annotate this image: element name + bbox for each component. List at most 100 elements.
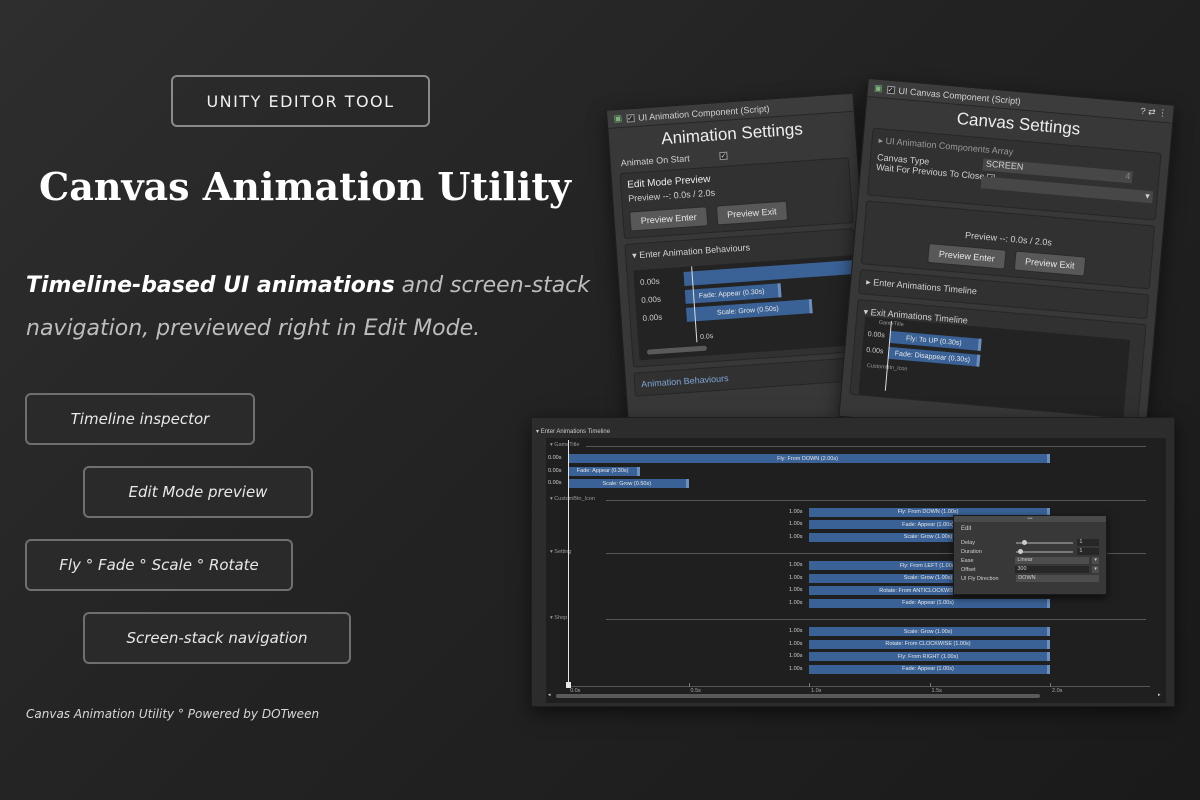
delay-label: Delay (961, 539, 976, 546)
row-time: 1.00s (789, 628, 803, 634)
timeline-bar[interactable]: Fly: From DOWN (2.00s) (568, 454, 1050, 463)
ease-label: Ease (961, 557, 974, 564)
row-time: 1.00s (789, 653, 803, 659)
array-count: 4 (1125, 170, 1131, 182)
h-scrollbar[interactable] (556, 694, 1040, 698)
duration-slider[interactable] (1016, 548, 1074, 554)
feature-tween-types: Fly ° Fade ° Scale ° Rotate (25, 539, 293, 591)
row-time: 1.00s (789, 640, 803, 647)
enabled-checkbox[interactable]: ✓ (886, 85, 895, 94)
component-header-label: UI Animation Component (Script) (637, 103, 770, 123)
help-icon[interactable]: ? ⇄ ⋮ (1140, 106, 1167, 119)
ease-dropdown[interactable]: Linear (1015, 557, 1090, 564)
exit-timeline-box: ▾ Exit Animations Timeline GameTitle 0.0… (849, 298, 1147, 420)
enter-timeline-label: Enter Animations Timeline (872, 277, 978, 297)
mini-bar-0[interactable] (683, 259, 861, 286)
edit-mode-preview-box: Edit Mode Preview Preview --: 0.0s / 2.0… (619, 157, 854, 240)
tool-badge: UNITY EDITOR TOOL (171, 75, 430, 127)
scrub-time: 0.0s (699, 333, 714, 341)
timeline-header: Enter Animations Timeline (540, 429, 611, 435)
row-time: 1.00s (789, 574, 803, 581)
canvas-settings-panel: ▣ ✓ UI Canvas Component (Script) ? ⇄ ⋮ C… (838, 78, 1175, 444)
direction-row: UI Fly Direction DOWN (961, 574, 1099, 583)
group-divider (606, 499, 1146, 501)
row-time: 1.00s (789, 599, 803, 606)
offset-row: Offset 300 ▾ (961, 565, 1099, 574)
enter-behaviours-box: ▾ Enter Animation Behaviours 0.00s 0.00s… (624, 227, 865, 368)
preview-exit-button[interactable]: Preview Exit (715, 200, 789, 226)
dropdown-arrow-icon[interactable]: ▾ (1092, 566, 1099, 573)
group-label: ▾ Shop (550, 615, 568, 621)
exit-behaviours-label: Animation Behaviours (640, 373, 729, 390)
edit-popup-title: Edit (961, 526, 972, 532)
feature-screen-stack: Screen-stack navigation (83, 612, 351, 664)
enabled-checkbox[interactable]: ✓ (625, 113, 635, 123)
preview-enter-button[interactable]: Preview Enter (927, 242, 1007, 270)
script-icon: ▣ (613, 112, 623, 124)
timeline-bar[interactable]: Fade: Appear (1.00s) (809, 664, 1050, 674)
slider-knob[interactable] (1018, 548, 1024, 554)
animation-settings-panel: ▣ ✓ UI Animation Component (Script) Anim… (606, 92, 877, 440)
playhead[interactable] (568, 440, 569, 688)
footer-credit: Canvas Animation Utility ° Powered by DO… (26, 707, 320, 721)
timeline-foldout[interactable]: ▾ Enter Animations Timeline (536, 428, 610, 435)
foldout-icon: ▾ (631, 250, 638, 261)
offset-label: Offset (961, 566, 976, 573)
timeline-bar[interactable]: Fade: Appear (1.00s) (809, 598, 1050, 608)
direction-dropdown[interactable]: DOWN (1016, 575, 1099, 582)
edit-popup: ••• Edit Delay 1 Duration 1 Ease Linear … (953, 515, 1107, 595)
timeline-bar[interactable]: Scale: Grow (0.50s) (568, 479, 689, 488)
delay-slider[interactable] (1016, 539, 1074, 545)
row-time: 0.00s (548, 480, 562, 486)
mini-timeline: 0.00s 0.00s Fade: Appear (0.30s) 0.00s S… (633, 254, 865, 361)
group-divider (586, 446, 1146, 447)
duration-label: Duration (961, 548, 982, 555)
row-time: 1.00s (789, 562, 803, 568)
duration-row: Duration 1 (961, 547, 1100, 556)
playhead-handle[interactable] (566, 682, 571, 688)
preview-enter-button[interactable]: Preview Enter (629, 206, 709, 232)
duration-field[interactable]: 1 (1077, 548, 1100, 555)
ruler-tick (929, 683, 931, 687)
enter-timeline-panel: ▾ Enter Animations Timeline ▾ GameTitle 0… (531, 417, 1175, 707)
mini-bar-1[interactable]: Fade: Appear (0.30s) (684, 283, 782, 304)
timeline-bar[interactable]: Fly: From RIGHT (1.00s) (809, 652, 1050, 661)
h-scrollbar[interactable] (646, 345, 708, 355)
row-time: 0.00s (865, 346, 884, 356)
row-time: 1.00s (789, 587, 803, 593)
ruler-tick (1050, 683, 1051, 687)
direction-label: UI Fly Direction (961, 575, 999, 582)
ease-row: Ease Linear ▾ (961, 556, 1099, 565)
exit-bar-1[interactable]: Fade: Disappear (0.30s) (887, 346, 981, 367)
animate-on-start-checkbox[interactable]: ✓ (719, 151, 728, 161)
tagline: Timeline-based UI animations and screen-… (26, 264, 606, 350)
ruler-tick (688, 683, 690, 687)
row-time: 1.00s (789, 665, 803, 672)
preview-exit-button[interactable]: Preview Exit (1013, 250, 1087, 277)
slider-knob[interactable] (1022, 539, 1028, 545)
ruler-label: 2.0s (1052, 688, 1063, 694)
group-label: ▾ GameTitle (550, 442, 580, 448)
row-time: 0.00s (641, 294, 662, 305)
time-ruler (568, 686, 1150, 687)
feature-edit-mode-preview: Edit Mode preview (83, 466, 313, 518)
timeline-bar[interactable]: Rotate: From CLOCKWISE (1.00s) (809, 639, 1050, 649)
row-time: 1.00s (789, 521, 803, 527)
page-title: Canvas Animation Utility (38, 164, 572, 209)
scroll-left-icon[interactable]: ◂ (548, 692, 551, 698)
component-header-label: UI Canvas Component (Script) (898, 85, 1022, 106)
edit-popup-body: Edit Delay 1 Duration 1 Ease Linear ▾ Of… (954, 522, 1106, 587)
timeline-bar[interactable]: Scale: Grow (1.00s) (809, 627, 1050, 636)
enter-behaviours-label: Enter Animation Behaviours (638, 242, 751, 261)
row-time: 0.00s (867, 330, 886, 340)
row-time: 0.00s (548, 455, 562, 461)
row-time: 0.00s (639, 276, 660, 288)
scroll-right-icon[interactable]: ▸ (1158, 692, 1161, 698)
group-divider (606, 619, 1146, 620)
delay-field[interactable]: 1 (1077, 539, 1100, 546)
dropdown-arrow-icon[interactable]: ▾ (1092, 557, 1099, 564)
row-time: 0.00s (642, 312, 663, 323)
timeline-bar[interactable]: Fade: Appear (0.30s) (568, 466, 641, 476)
offset-field[interactable]: 300 (1015, 566, 1090, 573)
ruler-tick (809, 683, 810, 687)
